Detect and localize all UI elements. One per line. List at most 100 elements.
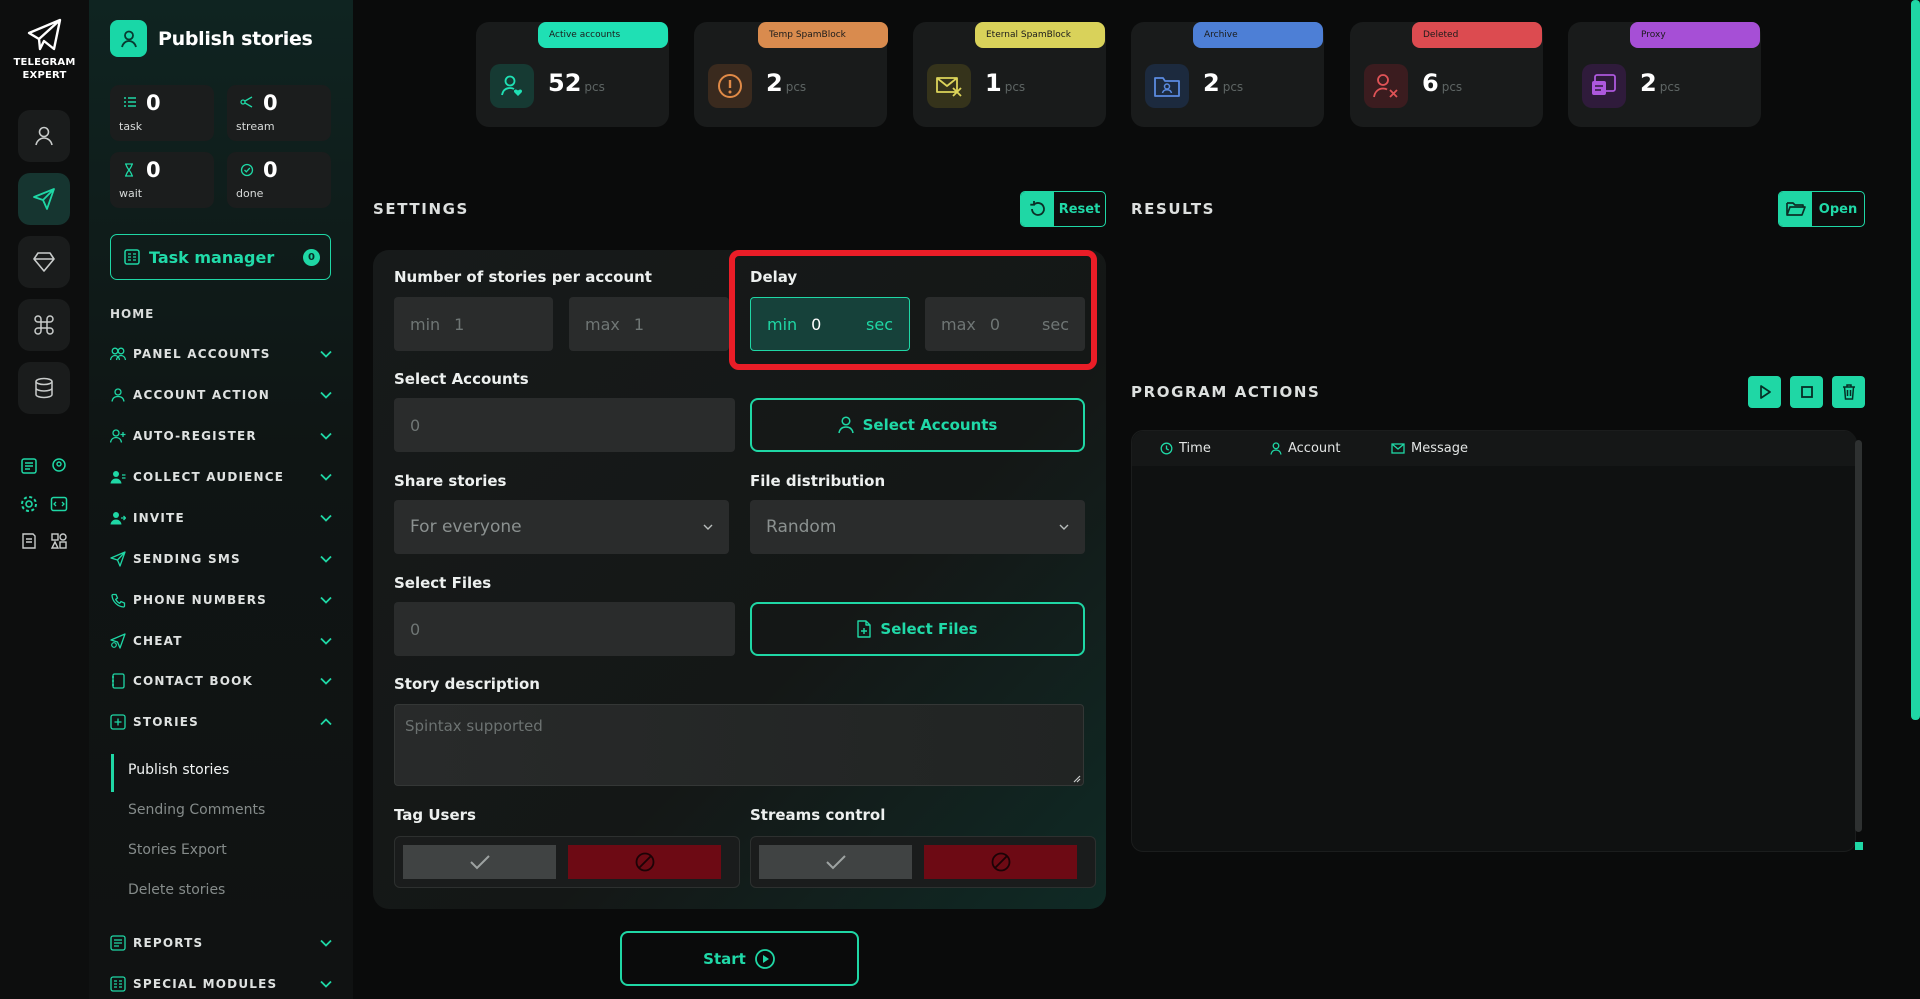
story-description-textarea[interactable]: Spintax supported (394, 704, 1084, 786)
counter-value: 2 pcs (766, 69, 806, 97)
mail-block-icon (936, 77, 962, 97)
input-placeholder: 0 (989, 314, 1001, 334)
chevron-down-icon (320, 473, 332, 481)
counter-label-pill: Archive (1193, 22, 1323, 48)
input-prefix: max (585, 314, 620, 334)
tag-users-label: Tag Users (394, 806, 476, 824)
subnav-stories-export[interactable]: Stories Export (128, 842, 227, 858)
file-distribution-select[interactable]: Random (750, 500, 1085, 554)
mail-icon (1391, 443, 1405, 454)
nav-home[interactable]: HOME (110, 307, 154, 321)
delay-min-input[interactable]: min 0 sec (750, 297, 910, 351)
nav-collect-audience[interactable]: COLLECT AUDIENCE (110, 467, 332, 487)
invite-icon (110, 512, 126, 525)
select-files-input[interactable]: 0 (394, 602, 735, 656)
reset-button[interactable]: Reset (1020, 191, 1106, 227)
resize-grip-icon[interactable] (1071, 773, 1081, 783)
clear-log-button[interactable] (1832, 376, 1865, 408)
nav-phone-numbers[interactable]: PHONE NUMBERS (110, 590, 332, 610)
nav-auto-register[interactable]: AUTO-REGISTER (110, 426, 332, 446)
log-resize-corner[interactable] (1855, 842, 1863, 850)
tag-users-disable-button[interactable] (568, 845, 721, 879)
select-accounts-input[interactable]: 0 (394, 398, 735, 452)
nav-panel-accounts[interactable]: PANEL ACCOUNTS (110, 344, 332, 364)
nav-stories[interactable]: STORIES (110, 712, 332, 732)
start-label: Start (703, 949, 746, 968)
subnav-sending-comments[interactable]: Sending Comments (128, 802, 265, 818)
diamond-icon (33, 252, 55, 272)
stat-done: 0 done (227, 152, 331, 208)
program-actions-title: PROGRAM ACTIONS (1131, 383, 1321, 401)
database-icon (35, 377, 53, 399)
actions-log-table: Time Account Message (1131, 430, 1857, 852)
column-label: Time (1179, 441, 1211, 456)
rail-command-button[interactable] (18, 299, 70, 351)
page-scrollbar[interactable] (1911, 0, 1920, 720)
rail-report-button[interactable] (18, 455, 40, 477)
refresh-icon (1029, 201, 1045, 216)
play-button[interactable] (1748, 376, 1781, 408)
nav-invite[interactable]: INVITE (110, 508, 332, 528)
stories-max-input[interactable]: max 1 (569, 297, 729, 351)
select-files-button[interactable]: Select Files (750, 602, 1085, 656)
rail-notes-button[interactable] (18, 530, 40, 552)
rail-code-button[interactable] (48, 493, 70, 515)
subnav-delete-stories[interactable]: Delete stories (128, 882, 225, 898)
stories-min-input[interactable]: min 1 (394, 297, 553, 351)
nav-cheat[interactable]: CHEAT (110, 631, 332, 651)
nav-contact-book[interactable]: CONTACT BOOK (110, 671, 332, 691)
share-stories-select[interactable]: For everyone (394, 500, 729, 554)
modules-icon (110, 976, 126, 992)
nav-account-action[interactable]: ACCOUNT ACTION (110, 385, 332, 405)
counter-label-pill: Proxy (1630, 22, 1760, 48)
rail-premium-button[interactable] (18, 236, 70, 288)
rail-modules-button[interactable] (48, 530, 70, 552)
nav-label: PHONE NUMBERS (133, 593, 268, 607)
block-icon (635, 852, 654, 872)
stat-value: 0 (146, 91, 161, 115)
nav-special-modules[interactable]: SPECIAL MODULES (110, 974, 332, 994)
stream-icon (240, 96, 253, 108)
nav-reports[interactable]: REPORTS (110, 933, 332, 953)
stop-button[interactable] (1790, 376, 1823, 408)
stat-label: wait (119, 187, 143, 200)
counter-number: 1 (985, 69, 1002, 97)
counter-number: 6 (1422, 69, 1439, 97)
block-icon (991, 852, 1010, 872)
send-icon (110, 551, 126, 567)
rail-settings-button[interactable] (18, 493, 40, 515)
rail-contact-button[interactable] (48, 455, 70, 477)
open-results-button[interactable]: Open (1778, 191, 1865, 227)
rail-accounts-button[interactable] (18, 110, 70, 162)
log-scrollbar[interactable] (1855, 440, 1862, 832)
counter-unit: pcs (785, 80, 807, 94)
rail-database-button[interactable] (18, 362, 70, 414)
report-icon (21, 458, 37, 474)
chevron-down-icon (320, 514, 332, 522)
select-accounts-button[interactable]: Select Accounts (750, 398, 1085, 452)
user-icon (111, 388, 125, 402)
delay-max-input[interactable]: max 0 sec (925, 297, 1085, 351)
task-manager-button[interactable]: Task manager 0 (110, 234, 331, 280)
counter-icon-box (1364, 64, 1408, 108)
stat-task: 0 task (110, 85, 214, 141)
counter-value: 52 pcs (548, 69, 605, 97)
subnav-publish-stories[interactable]: Publish stories (128, 762, 229, 778)
active-subitem-indicator (111, 754, 114, 792)
column-message[interactable]: Message (1391, 441, 1468, 456)
select-value: For everyone (410, 517, 522, 537)
column-time[interactable]: Time (1160, 441, 1211, 456)
select-value: Random (766, 517, 837, 537)
notes-icon (22, 533, 36, 549)
rail-send-button[interactable] (18, 173, 70, 225)
counter-number: 2 (766, 69, 783, 97)
audience-icon (110, 471, 126, 484)
streams-enable-button[interactable] (759, 845, 912, 879)
streams-disable-button[interactable] (924, 845, 1077, 879)
column-label: Message (1411, 441, 1468, 456)
start-button[interactable]: Start (620, 931, 859, 986)
nav-sending-sms[interactable]: SENDING SMS (110, 549, 332, 569)
tag-users-enable-button[interactable] (403, 845, 556, 879)
column-account[interactable]: Account (1270, 441, 1341, 456)
reset-label: Reset (1058, 201, 1101, 217)
